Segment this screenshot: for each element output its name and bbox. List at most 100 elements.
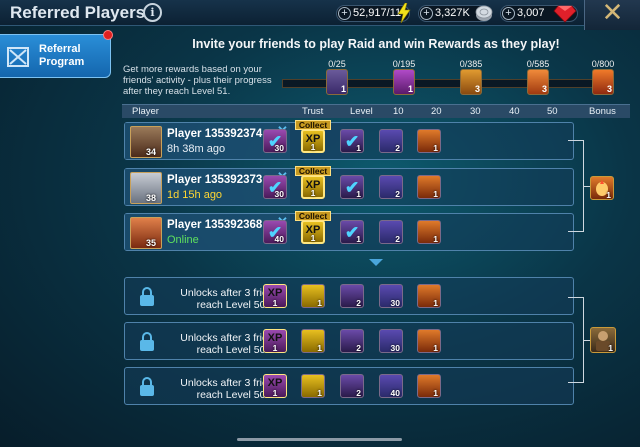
energy-value: 52,917/11: [353, 7, 402, 19]
collect-button[interactable]: Collect: [295, 166, 331, 176]
locked-reward-1[interactable]: XP 1: [263, 329, 287, 353]
reward-tier-3[interactable]: ✔ 1: [340, 129, 364, 153]
reward-tier-2[interactable]: XP 1: [301, 129, 325, 153]
ruby-icon: [553, 5, 577, 23]
reward-tier-1[interactable]: ✔ 30: [263, 129, 287, 153]
player-status: Online: [167, 234, 199, 246]
silver-value: 3,327K: [435, 7, 470, 19]
reward-count: 2: [356, 343, 361, 353]
locked-reward-3[interactable]: 2: [340, 374, 364, 398]
locked-reward-5[interactable]: 1: [417, 329, 441, 353]
player-level: 38: [146, 193, 157, 203]
reward-count: 1: [433, 343, 438, 353]
milestone-label: 0/585: [526, 59, 550, 69]
player-row: 34Player 1353923748h 38m ago✕✔30XP1✔121C…: [124, 120, 574, 160]
reward-tier-2[interactable]: XP 1: [301, 220, 325, 244]
locked-reward-2[interactable]: 1: [301, 284, 325, 308]
scroll-down-arrow-icon[interactable]: [369, 259, 383, 266]
col-trust: Trust: [302, 106, 324, 117]
locked-reward-1[interactable]: XP 1: [263, 284, 287, 308]
reward-tier-5[interactable]: 1: [417, 129, 441, 153]
locked-reward-4[interactable]: 40: [379, 374, 403, 398]
milestone-chest-5[interactable]: 0/800 3: [590, 59, 616, 95]
reward-count: 1: [310, 233, 316, 243]
collect-button[interactable]: Collect: [295, 120, 331, 130]
locked-tier-row: Unlocks after 3 friends reach Level 50. X…: [124, 277, 574, 315]
milestone-count: 3: [541, 84, 547, 94]
col-20: 20: [431, 106, 442, 117]
add-gems-button[interactable]: +: [502, 7, 515, 20]
silver-counter[interactable]: + 3,327K: [418, 5, 493, 22]
milestone-count: 1: [407, 84, 413, 94]
reward-count: 1: [356, 143, 361, 153]
reward-count: 1: [433, 388, 438, 398]
lock-icon: [140, 287, 154, 306]
tab-referral-program-label: Referral Program: [39, 43, 85, 68]
lock-icon: [140, 377, 154, 396]
reward-count: 1: [317, 298, 322, 308]
reward-tier-2[interactable]: XP 1: [301, 175, 325, 199]
collect-button[interactable]: Collect: [295, 211, 331, 221]
reward-count: 1: [272, 343, 278, 353]
locked-tier-row: Unlocks after 3 friends reach Level 50. X…: [124, 367, 574, 405]
reward-tier-5[interactable]: 1: [417, 175, 441, 199]
milestone-label: 0/385: [459, 59, 483, 69]
reward-count: 1: [433, 143, 438, 153]
reward-tier-4[interactable]: 2: [379, 129, 403, 153]
milestone-chest-3[interactable]: 0/385 3: [458, 59, 484, 95]
reward-tier-4[interactable]: 2: [379, 220, 403, 244]
col-level: Level: [350, 106, 373, 117]
home-indicator: [237, 438, 402, 441]
notification-badge: [103, 30, 113, 40]
reward-count: 30: [390, 298, 400, 308]
reward-count: 1: [356, 234, 361, 244]
locked-reward-5[interactable]: 1: [417, 374, 441, 398]
locked-reward-2[interactable]: 1: [301, 374, 325, 398]
reward-count: 1: [317, 343, 322, 353]
locked-tier-row: Unlocks after 3 friends reach Level 50. X…: [124, 322, 574, 360]
rewards-description: Get more rewards based on your friends' …: [123, 64, 272, 97]
locked-reward-1[interactable]: XP 1: [263, 374, 287, 398]
reward-tier-1[interactable]: ✔ 30: [263, 175, 287, 199]
tab-referral-program[interactable]: Referral Program: [0, 34, 111, 78]
locked-reward-3[interactable]: 2: [340, 329, 364, 353]
page-title: Referred Players: [10, 3, 146, 22]
silver-coin-icon: [475, 5, 493, 21]
close-button[interactable]: ✕: [584, 0, 640, 30]
bonus-champion-reward[interactable]: 1: [590, 327, 616, 353]
column-headers: Player Trust Level 10 20 30 40 50 Bonus: [122, 104, 630, 118]
reward-count: 1: [310, 188, 316, 198]
locked-reward-4[interactable]: 30: [379, 329, 403, 353]
reward-count: 2: [395, 189, 400, 199]
milestone-count: 3: [474, 84, 480, 94]
chicken-icon: 3: [527, 69, 549, 95]
info-button[interactable]: i: [143, 3, 162, 22]
bonus-reward-chicken[interactable]: 1: [590, 176, 614, 200]
locked-reward-3[interactable]: 2: [340, 284, 364, 308]
reward-count: 1: [272, 298, 278, 308]
milestone-chest-1[interactable]: 0/25 1: [324, 59, 350, 95]
player-status: 8h 38m ago: [167, 143, 226, 155]
milestone-chest-2[interactable]: 0/195 1: [391, 59, 417, 95]
top-bar: Referred Players i + 52,917/11 + 3,327K …: [0, 0, 640, 30]
reward-tier-5[interactable]: 1: [417, 220, 441, 244]
player-level: 35: [146, 238, 157, 248]
gems-counter[interactable]: + 3,007: [500, 5, 578, 23]
add-silver-button[interactable]: +: [420, 7, 433, 20]
reward-tier-1[interactable]: ✔ 40: [263, 220, 287, 244]
reward-count: 40: [274, 234, 284, 244]
add-energy-button[interactable]: +: [338, 7, 351, 20]
reward-tier-3[interactable]: ✔ 1: [340, 175, 364, 199]
locked-reward-5[interactable]: 1: [417, 284, 441, 308]
locked-reward-4[interactable]: 30: [379, 284, 403, 308]
reward-tier-3[interactable]: ✔ 1: [340, 220, 364, 244]
player-name: Player 135392368: [167, 219, 263, 231]
lightning-icon: [397, 3, 411, 23]
reward-count: 1: [310, 142, 316, 152]
reward-count: 30: [274, 143, 284, 153]
energy-counter[interactable]: + 52,917/11: [336, 3, 411, 23]
milestone-chest-4[interactable]: 0/585 3: [525, 59, 551, 95]
bonus-count: 1: [606, 190, 611, 200]
reward-tier-4[interactable]: 2: [379, 175, 403, 199]
locked-reward-2[interactable]: 1: [301, 329, 325, 353]
